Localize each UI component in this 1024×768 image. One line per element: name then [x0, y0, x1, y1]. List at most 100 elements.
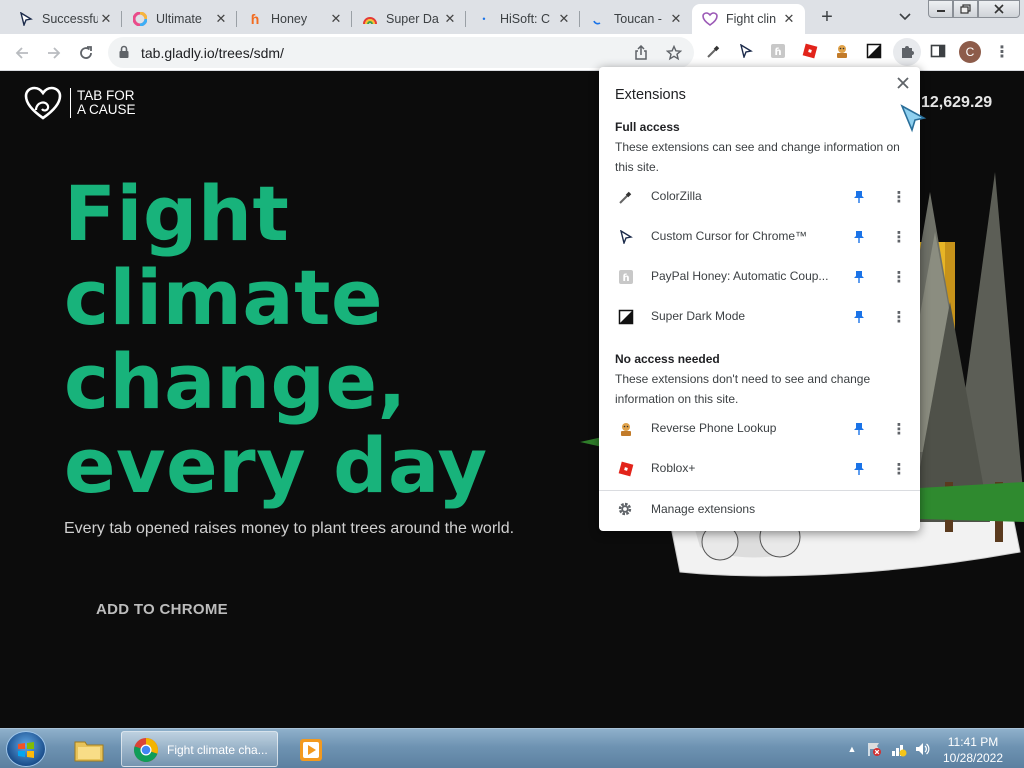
roblox-icon[interactable]: [801, 42, 819, 60]
roblox-icon: [617, 460, 635, 478]
folder-icon: [74, 741, 104, 762]
bookmark-star-icon[interactable]: [665, 44, 683, 62]
honey-icon[interactable]: ɦ: [769, 42, 787, 60]
new-tab-button[interactable]: +: [815, 5, 839, 29]
pin-icon[interactable]: [851, 309, 867, 325]
reload-icon: [80, 46, 92, 59]
extension-row-roblox-plus[interactable]: Roblox+ ⋮: [599, 449, 920, 489]
start-button[interactable]: [6, 731, 46, 767]
more-options-icon[interactable]: ⋮: [891, 421, 907, 438]
close-icon[interactable]: ✕: [781, 11, 797, 27]
puzzle-icon[interactable]: [898, 42, 916, 60]
money-raised-counter: 12,629.29: [921, 94, 993, 111]
more-options-icon[interactable]: ⋮: [891, 461, 907, 478]
hero-headline: Fight climate change, every day: [64, 169, 488, 510]
volume-icon[interactable]: [914, 741, 930, 757]
windows-logo-icon: [18, 742, 34, 758]
system-clock[interactable]: 11:41 PM 10/28/2022: [940, 734, 1006, 766]
restore-button[interactable]: [953, 0, 978, 18]
more-options-icon[interactable]: ⋮: [891, 229, 907, 246]
svg-text:ɦ: ɦ: [774, 47, 781, 58]
extension-row-paypal-honey[interactable]: ɦ PayPal Honey: Automatic Coup... ⋮: [599, 257, 920, 297]
network-icon[interactable]: [891, 741, 907, 757]
colorful-circle-icon: [132, 11, 148, 27]
close-window-button[interactable]: [978, 0, 1020, 18]
extension-row-colorzilla[interactable]: ColorZilla ⋮: [599, 177, 920, 217]
phone-lookup-icon[interactable]: [833, 42, 851, 60]
arrow-left-icon: [15, 47, 28, 59]
back-button[interactable]: [10, 41, 34, 65]
heart-logo-icon: [24, 86, 62, 120]
profile-avatar[interactable]: C: [959, 41, 981, 63]
minimize-icon: [936, 10, 945, 12]
eyedropper-icon[interactable]: [705, 42, 723, 60]
gear-icon: [617, 501, 633, 522]
honey-icon: ɦ: [617, 268, 635, 286]
pin-icon[interactable]: [851, 269, 867, 285]
extensions-popup: Extensions Full access These extensions …: [599, 67, 920, 531]
address-bar[interactable]: tab.gladly.io/trees/sdm/: [108, 37, 694, 68]
close-icon[interactable]: ✕: [328, 11, 344, 27]
tab-honey[interactable]: ɦ Honey ✕: [237, 4, 352, 34]
full-access-heading: Full access: [615, 120, 680, 134]
minimize-button[interactable]: [928, 0, 953, 18]
tab-hisoft[interactable]: • HiSoft: C ✕: [466, 4, 580, 34]
add-to-chrome-button[interactable]: ADD TO CHROME: [96, 601, 228, 618]
extension-row-super-dark-mode[interactable]: Super Dark Mode ⋮: [599, 297, 920, 337]
close-icon[interactable]: ✕: [668, 11, 684, 27]
tab-super-dark[interactable]: Super Da ✕: [352, 4, 466, 34]
extension-row-reverse-phone-lookup[interactable]: Reverse Phone Lookup ⋮: [599, 409, 920, 449]
tab-toucan[interactable]: Toucan - ✕: [580, 4, 692, 34]
extension-row-custom-cursor[interactable]: Custom Cursor for Chrome™ ⋮: [599, 217, 920, 257]
windows-taskbar: Fight climate cha... ▲ 11:41 PM 10/28/20…: [0, 728, 1024, 768]
manage-extensions-button[interactable]: Manage extensions: [599, 493, 920, 525]
cursor-icon: [617, 228, 635, 246]
more-options-icon[interactable]: ⋮: [891, 269, 907, 286]
dark-mode-icon: [617, 308, 635, 326]
close-icon[interactable]: ✕: [98, 11, 114, 27]
mouse-cursor-icon: [900, 104, 927, 133]
no-access-heading: No access needed: [615, 352, 720, 366]
tab-ultimate[interactable]: Ultimate ✕: [122, 4, 237, 34]
media-player-icon: [300, 739, 322, 761]
svg-text:ɦ: ɦ: [622, 273, 629, 284]
full-access-description: These extensions can see and change info…: [615, 140, 900, 174]
pin-icon[interactable]: [851, 461, 867, 477]
tab-fight-climate[interactable]: Fight clin ✕: [692, 4, 805, 34]
rainbow-icon: [362, 11, 378, 27]
more-options-icon[interactable]: ⋮: [891, 309, 907, 326]
more-options-icon[interactable]: ⋮: [891, 189, 907, 206]
show-hidden-icons-chevron-icon[interactable]: ▲: [844, 741, 860, 757]
tab-for-a-cause-icon: [702, 11, 718, 27]
lock-icon[interactable]: [118, 45, 130, 64]
side-panel-icon[interactable]: [929, 42, 947, 60]
taskbar-chrome[interactable]: Fight climate cha...: [121, 731, 278, 767]
forward-button[interactable]: [42, 41, 66, 65]
cursor-icon[interactable]: [737, 42, 755, 60]
browser-menu-icon[interactable]: ⋮: [994, 43, 1010, 61]
popup-title: Extensions: [615, 87, 686, 103]
close-icon[interactable]: ✕: [213, 11, 229, 27]
close-icon[interactable]: ✕: [556, 11, 572, 27]
chrome-icon: [134, 738, 158, 763]
pin-icon[interactable]: [851, 229, 867, 245]
dark-mode-icon[interactable]: [865, 42, 883, 60]
pin-icon[interactable]: [851, 189, 867, 205]
tab-strip: Successfu ✕ Ultimate ✕ ɦ Honey ✕ Super D…: [0, 0, 1024, 34]
reload-button[interactable]: [74, 41, 98, 65]
taskbar-media-player[interactable]: [288, 731, 334, 767]
close-popup-button[interactable]: [895, 75, 911, 91]
loading-icon: •: [482, 14, 486, 24]
phone-lookup-icon: [617, 420, 635, 438]
tab-for-a-cause-logo[interactable]: TAB FOR A CAUSE: [24, 86, 136, 120]
no-access-description: These extensions don't need to see and c…: [615, 372, 871, 406]
eyedropper-icon: [617, 188, 635, 206]
tab-successful[interactable]: Successfu ✕: [8, 4, 122, 34]
share-icon[interactable]: [632, 44, 650, 62]
action-center-flag-icon[interactable]: [866, 741, 882, 757]
close-icon[interactable]: ✕: [442, 11, 458, 27]
pin-icon[interactable]: [851, 421, 867, 437]
taskbar-file-explorer[interactable]: [66, 731, 112, 767]
url-text[interactable]: tab.gladly.io/trees/sdm/: [141, 45, 284, 61]
tab-search-button[interactable]: [896, 8, 914, 26]
